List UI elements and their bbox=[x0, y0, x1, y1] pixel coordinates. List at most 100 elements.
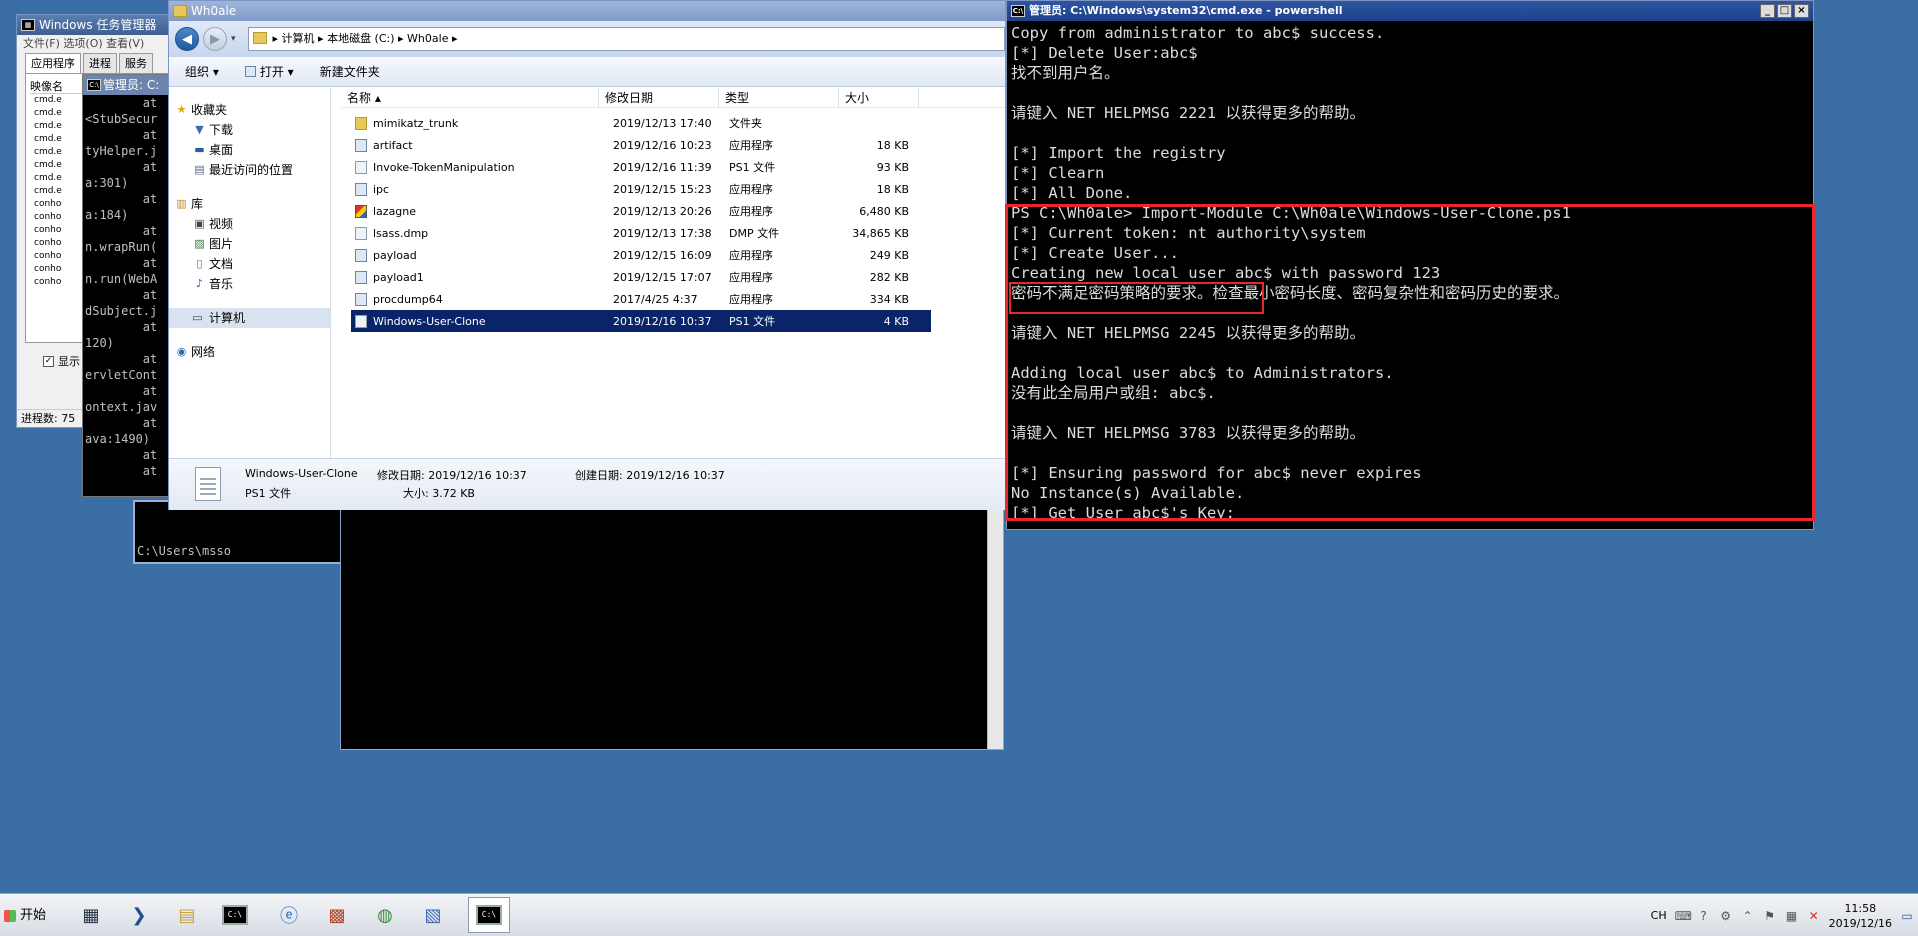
file-row[interactable]: lsass.dmp 2019/12/13 17:38 DMP 文件 34,865 KB bbox=[351, 222, 931, 244]
column-header-name[interactable]: 名称 ▴ bbox=[341, 88, 599, 107]
cmd-back-line: at bbox=[85, 160, 158, 174]
file-name-cell: mimikatz_trunk bbox=[351, 116, 603, 130]
file-name: artifact bbox=[373, 138, 413, 152]
file-row[interactable]: Invoke-TokenManipulation 2019/12/16 11:39… bbox=[351, 156, 931, 178]
sidebar-item-recent[interactable]: ▤ 最近访问的位置 bbox=[169, 160, 330, 180]
sidebar-label: 图片 bbox=[209, 237, 234, 251]
file-type: PS1 文件 bbox=[729, 315, 776, 328]
settings-icon[interactable]: ⚙ bbox=[1719, 909, 1733, 923]
file-date: 2019/12/16 11:39 bbox=[613, 160, 712, 174]
file-row[interactable]: artifact 2019/12/16 10:23 应用程序 18 KB bbox=[351, 134, 931, 156]
file-name: payload bbox=[373, 248, 417, 262]
help-icon[interactable]: ? bbox=[1697, 909, 1711, 923]
folder-icon bbox=[173, 5, 187, 17]
cmd-main-title: 管理员: C:\Windows\system32\cmd.exe - power… bbox=[1029, 4, 1343, 17]
sidebar-label: 计算机 bbox=[209, 311, 246, 325]
sidebar-item-documents[interactable]: ▯ 文档 bbox=[169, 254, 330, 274]
expand-tray-icon[interactable]: ⌃ bbox=[1741, 909, 1755, 923]
cmd-back-line: n.run(WebA bbox=[85, 272, 158, 286]
cmd-back-titlebar[interactable]: C:\ 管理员: C: bbox=[83, 75, 181, 95]
tab-applications[interactable]: 应用程序 bbox=[25, 53, 81, 73]
file-size: 34,865 KB bbox=[852, 226, 909, 240]
address-bar[interactable]: ▸ 计算机 ▸ 本地磁盘 (C:) ▸ Wh0ale ▸ bbox=[247, 27, 1005, 51]
cmd-icon: C:\ bbox=[87, 79, 101, 91]
explorer-window[interactable]: Wh0ale ◀ ▶ ▾ ▸ 计算机 ▸ 本地磁盘 (C:) ▸ Wh0ale … bbox=[168, 0, 1006, 510]
language-indicator[interactable]: CH bbox=[1651, 909, 1667, 922]
new-folder-button[interactable]: 新建文件夹 bbox=[320, 63, 380, 80]
file-row[interactable]: Windows-User-Clone 2019/12/16 10:37 PS1 文件… bbox=[350, 309, 932, 333]
file-size: 6,480 KB bbox=[859, 204, 909, 218]
file-row[interactable]: payload1 2019/12/15 17:07 应用程序 282 KB bbox=[351, 266, 931, 288]
open-button[interactable]: 打开 ▾ bbox=[244, 63, 294, 80]
keyboard-icon[interactable]: ⌨ bbox=[1675, 909, 1692, 923]
tab-services[interactable]: 服务 bbox=[119, 53, 153, 73]
explorer-titlebar[interactable]: Wh0ale bbox=[169, 1, 1005, 21]
ie-icon[interactable]: ⓔ bbox=[268, 897, 310, 933]
cmd-back2-line bbox=[135, 516, 341, 530]
file-row[interactable]: lazagne 2019/12/13 20:26 应用程序 6,480 KB bbox=[351, 200, 931, 222]
tab-processes[interactable]: 进程 bbox=[83, 53, 117, 73]
chevron-down-icon[interactable]: ▾ bbox=[231, 34, 236, 44]
task-manager-titlebar[interactable]: ▦ Windows 任务管理器 bbox=[17, 15, 185, 35]
file-type: 应用程序 bbox=[729, 139, 773, 152]
network-tray-icon[interactable]: ▦ bbox=[1785, 909, 1799, 923]
forward-button[interactable]: ▶ bbox=[203, 27, 227, 51]
clock[interactable]: 11:58 2019/12/16 bbox=[1829, 901, 1892, 931]
powershell-icon[interactable]: ❯ bbox=[118, 897, 160, 933]
folder-icon bbox=[252, 32, 267, 44]
sidebar-item-music[interactable]: ♪ 音乐 bbox=[169, 274, 330, 294]
file-name: Invoke-TokenManipulation bbox=[373, 160, 515, 174]
cmd-back-line: at bbox=[85, 320, 158, 334]
sidebar-item-network[interactable]: ◉ 网络 bbox=[169, 342, 330, 362]
cmd-main-titlebar[interactable]: C:\ 管理员: C:\Windows\system32\cmd.exe - p… bbox=[1007, 1, 1813, 21]
file-row[interactable]: payload 2019/12/15 16:09 应用程序 249 KB bbox=[351, 244, 931, 266]
file-size: 18 KB bbox=[876, 138, 909, 152]
sidebar-label: 网络 bbox=[191, 345, 216, 359]
sidebar-item-desktop[interactable]: ▬ 桌面 bbox=[169, 140, 330, 160]
control-panel-icon[interactable]: ▧ bbox=[412, 897, 454, 933]
cmd-back-line: a:184) bbox=[85, 208, 129, 222]
back-button[interactable]: ◀ bbox=[175, 27, 199, 51]
sidebar-item-pictures[interactable]: ▨ 图片 bbox=[169, 234, 330, 254]
file-row[interactable]: procdump64 2017/4/25 4:37 应用程序 334 KB bbox=[351, 288, 931, 310]
sidebar-label: 下载 bbox=[209, 123, 234, 137]
firewall-icon[interactable]: ▩ bbox=[316, 897, 358, 933]
task-manager-menu[interactable]: 文件(F) 选项(O) 查看(V) bbox=[17, 35, 185, 53]
server-manager-icon[interactable]: ▦ bbox=[70, 897, 112, 933]
close-button[interactable]: × bbox=[1794, 4, 1809, 18]
file-name-cell: lsass.dmp bbox=[351, 226, 603, 240]
cmd-back-line: n.wrapRun( bbox=[85, 240, 158, 254]
terminal-line: 找不到用户名。 bbox=[1011, 64, 1120, 82]
sidebar-item-videos[interactable]: ▣ 视频 bbox=[169, 214, 330, 234]
cmd-back-line: at bbox=[85, 464, 158, 478]
sidebar-item-favorites[interactable]: ★ 收藏夹 bbox=[169, 100, 330, 120]
show-desktop-icon[interactable]: ▭ bbox=[1900, 909, 1914, 923]
file-icon bbox=[355, 226, 367, 240]
explorer-taskbar-icon[interactable]: ▤ bbox=[166, 897, 208, 933]
start-button[interactable]: 开始 bbox=[2, 902, 50, 930]
maximize-button[interactable]: □ bbox=[1777, 4, 1792, 18]
cmd-back-line: dSubject.j bbox=[85, 304, 158, 318]
file-row[interactable]: mimikatz_trunk 2019/12/13 17:40 文件夹 bbox=[351, 112, 931, 134]
column-header-size[interactable]: 大小 bbox=[839, 88, 919, 107]
file-size: 18 KB bbox=[876, 182, 909, 196]
minimize-button[interactable]: _ bbox=[1760, 4, 1775, 18]
sidebar-item-libraries[interactable]: ▥ 库 bbox=[169, 194, 330, 214]
cmd-back-line: at bbox=[85, 256, 158, 270]
cmd-window-background[interactable]: C:\ 管理员: C: at <StubSecur at tyHelper.j at… bbox=[82, 74, 182, 497]
column-header-type[interactable]: 类型 bbox=[719, 88, 839, 107]
sidebar-label: 桌面 bbox=[209, 143, 234, 157]
sidebar-item-downloads[interactable]: ▼ 下载 bbox=[169, 120, 330, 140]
organize-button[interactable]: 组织 ▾ bbox=[185, 63, 219, 80]
network-globe-icon[interactable]: ◍ bbox=[364, 897, 406, 933]
file-row[interactable]: ipc 2019/12/15 15:23 应用程序 18 KB bbox=[351, 178, 931, 200]
cmd-taskbar-icon[interactable]: C:\ bbox=[214, 897, 256, 933]
sidebar-item-computer[interactable]: ▭ 计算机 bbox=[169, 308, 330, 328]
cmd-active-taskbar-icon[interactable]: C:\ bbox=[468, 897, 510, 933]
file-name: Windows-User-Clone bbox=[373, 314, 486, 328]
volume-muted-icon[interactable]: ✕ bbox=[1807, 909, 1821, 923]
column-header-date[interactable]: 修改日期 bbox=[599, 88, 719, 107]
checkbox-checked-icon[interactable]: ✓ bbox=[43, 355, 54, 367]
flag-icon[interactable]: ⚑ bbox=[1763, 909, 1777, 923]
file-type: 文件夹 bbox=[729, 117, 762, 130]
